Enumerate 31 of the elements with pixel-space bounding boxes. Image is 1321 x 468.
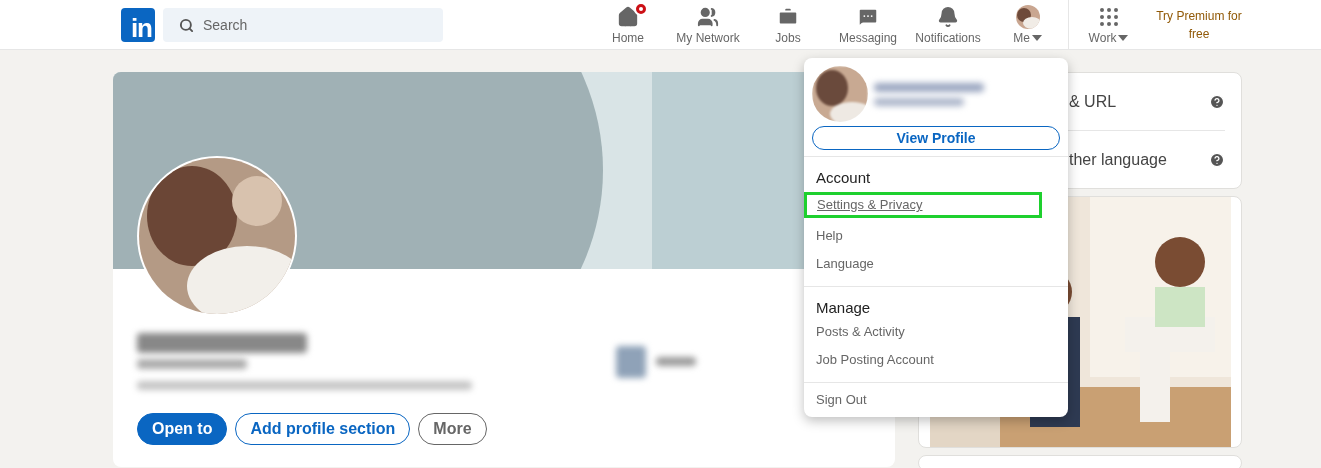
premium-link[interactable]: Try Premium for free (1149, 6, 1249, 43)
search-field[interactable]: Search (163, 7, 443, 42)
setting-label[interactable]: & URL (1069, 92, 1117, 111)
blurred-company (656, 357, 696, 366)
caret-icon (1030, 33, 1043, 42)
nav-item[interactable]: Home (588, 0, 668, 50)
logo[interactable]: in (121, 7, 155, 42)
setting-label[interactable]: ther language (1069, 150, 1167, 169)
work-menu[interactable]: Work (1069, 4, 1149, 45)
menu-item[interactable]: Posts & Activity (816, 322, 1068, 342)
help-icon[interactable] (1209, 93, 1225, 110)
briefcase-icon (777, 5, 799, 28)
nav-item[interactable]: Messaging (828, 0, 908, 50)
section-title: Manage (815, 299, 872, 318)
profile-button[interactable]: More (418, 413, 487, 445)
menu-item[interactable]: Job Posting Account (816, 350, 1068, 370)
profile-button[interactable]: Open to (137, 413, 228, 445)
help-icon[interactable] (1209, 151, 1225, 168)
profile-button[interactable]: Add profile section (235, 413, 411, 445)
home-icon (617, 5, 639, 28)
nav-item[interactable]: My Network (668, 0, 748, 50)
caret-icon (1117, 33, 1130, 42)
nav-item[interactable]: Me (988, 0, 1068, 50)
nav-item[interactable]: Notifications (908, 0, 988, 50)
bell-icon (937, 5, 959, 28)
people-icon (697, 5, 719, 28)
nav-item[interactable]: Jobs (748, 0, 828, 50)
menu-item[interactable]: Language (816, 254, 1068, 274)
search-icon (179, 17, 194, 33)
sign-out-link[interactable]: Sign Out (804, 383, 1068, 417)
blurred-company-logo (616, 345, 646, 378)
